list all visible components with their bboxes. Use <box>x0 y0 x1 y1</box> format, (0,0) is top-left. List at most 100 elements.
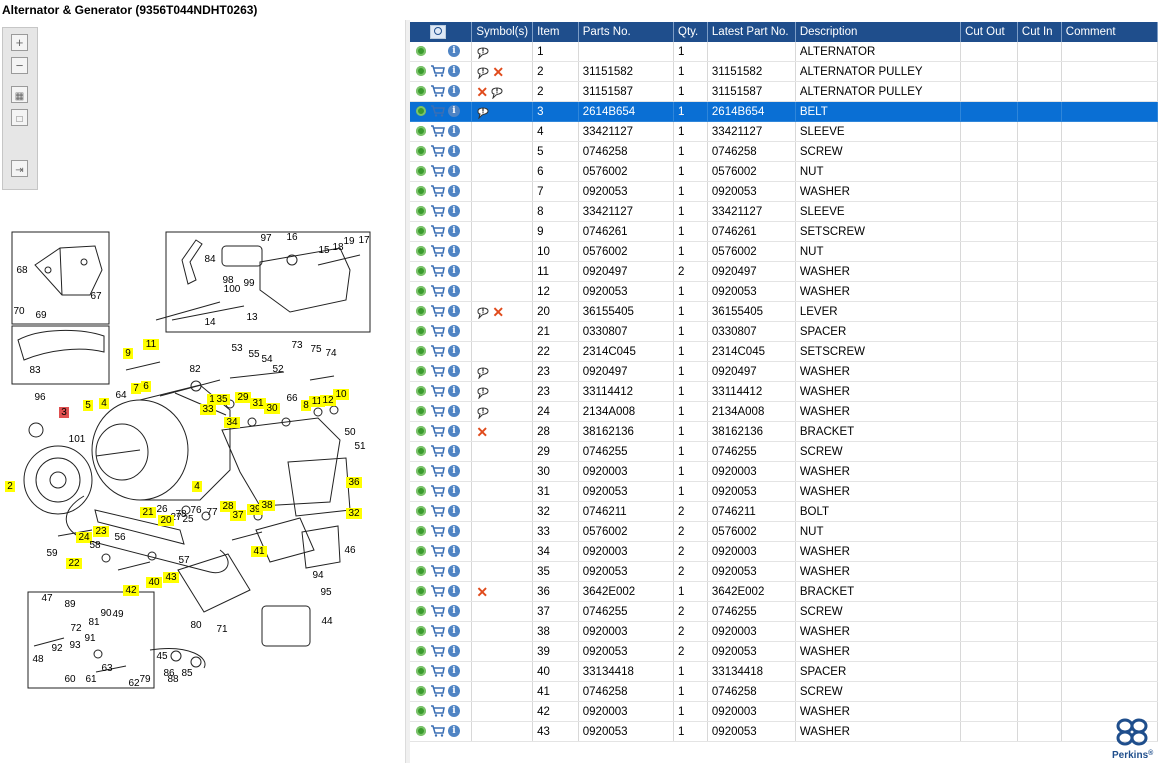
info-icon[interactable]: i <box>448 325 460 338</box>
note-bubble-icon[interactable] <box>476 45 490 59</box>
gear-icon[interactable] <box>416 506 426 517</box>
header-item[interactable]: Item <box>532 22 579 42</box>
callout-15[interactable]: 15 <box>318 245 330 256</box>
callout-7[interactable]: 7 <box>131 383 141 394</box>
callout-36[interactable]: 36 <box>346 477 362 488</box>
cart-icon[interactable] <box>430 605 445 618</box>
info-icon[interactable]: i <box>448 405 460 418</box>
info-icon[interactable]: i <box>448 65 460 78</box>
callout-101[interactable]: 101 <box>69 434 86 445</box>
note-bubble-icon[interactable] <box>476 385 490 399</box>
callout-45[interactable]: 45 <box>156 651 168 662</box>
callout-32[interactable]: 32 <box>346 508 362 519</box>
callout-33[interactable]: 33 <box>200 404 216 415</box>
info-icon[interactable]: i <box>448 365 460 378</box>
cart-icon[interactable] <box>430 285 445 298</box>
callout-66[interactable]: 66 <box>286 393 298 404</box>
header-description[interactable]: Description <box>795 22 962 42</box>
callout-23[interactable]: 23 <box>93 526 109 537</box>
callout-75[interactable]: 75 <box>310 344 322 355</box>
cart-icon[interactable] <box>430 665 445 678</box>
gear-icon[interactable] <box>416 686 426 697</box>
callout-11[interactable]: 11 <box>143 339 159 350</box>
gear-icon[interactable] <box>416 466 426 477</box>
gear-icon[interactable] <box>416 526 426 537</box>
info-icon[interactable]: i <box>448 565 460 578</box>
gear-icon[interactable] <box>416 546 426 557</box>
callout-41[interactable]: 41 <box>251 546 267 557</box>
gear-icon[interactable] <box>416 166 426 177</box>
gear-icon[interactable] <box>416 226 426 237</box>
callout-50[interactable]: 50 <box>344 427 356 438</box>
callout-92[interactable]: 92 <box>51 643 63 654</box>
callout-56[interactable]: 56 <box>114 532 126 543</box>
table-row[interactable]: i 35 0920053 2 0920053 WASHER <box>410 561 1158 582</box>
callout-77[interactable]: 77 <box>206 507 218 518</box>
note-bubble-icon[interactable] <box>476 405 490 419</box>
table-row[interactable]: i ✕ 2 31151582 1 31151582 ALTERNATOR PULLEY <box>410 61 1158 82</box>
callout-40[interactable]: 40 <box>146 577 162 588</box>
cart-icon[interactable] <box>430 105 445 118</box>
info-icon[interactable]: i <box>448 345 460 358</box>
gear-icon[interactable] <box>416 446 426 457</box>
callout-47[interactable]: 47 <box>41 593 53 604</box>
info-icon[interactable]: i <box>448 705 460 718</box>
header-cut-in[interactable]: Cut In <box>1017 22 1062 42</box>
callout-90[interactable]: 90 <box>100 608 112 619</box>
callout-81[interactable]: 81 <box>88 617 100 628</box>
info-icon[interactable]: i <box>448 645 460 658</box>
superseded-x-icon[interactable]: ✕ <box>476 585 488 599</box>
callout-5[interactable]: 5 <box>83 400 93 411</box>
cart-icon[interactable] <box>430 705 445 718</box>
callout-61[interactable]: 61 <box>85 674 97 685</box>
callout-48[interactable]: 48 <box>32 654 44 665</box>
cart-icon[interactable] <box>430 645 445 658</box>
info-icon[interactable]: i <box>448 425 460 438</box>
gear-icon[interactable] <box>416 46 426 57</box>
callout-49[interactable]: 49 <box>112 609 124 620</box>
callout-68[interactable]: 68 <box>16 265 28 276</box>
callout-21[interactable]: 21 <box>140 507 156 518</box>
gear-icon[interactable] <box>416 366 426 377</box>
gear-icon[interactable] <box>416 106 426 117</box>
table-row[interactable]: i 22 2314C045 1 2314C045 SETSCREW <box>410 341 1158 362</box>
gear-icon[interactable] <box>416 126 426 137</box>
callout-84[interactable]: 84 <box>204 254 216 265</box>
callout-51[interactable]: 51 <box>354 441 366 452</box>
cart-icon[interactable] <box>430 685 445 698</box>
callout-20[interactable]: 20 <box>158 515 174 526</box>
gear-icon[interactable] <box>416 606 426 617</box>
header-cut-out[interactable]: Cut Out <box>960 22 1018 42</box>
cart-icon[interactable] <box>430 65 445 78</box>
table-row[interactable]: i 3 2614B654 1 2614B654 BELT <box>410 101 1158 122</box>
callout-91[interactable]: 91 <box>84 633 96 644</box>
callout-96[interactable]: 96 <box>34 392 46 403</box>
callout-63[interactable]: 63 <box>101 663 113 674</box>
gear-icon[interactable] <box>416 326 426 337</box>
zoom-out-button[interactable]: − <box>11 57 28 74</box>
info-icon[interactable]: i <box>448 105 460 118</box>
table-row[interactable]: i 11 0920497 2 0920497 WASHER <box>410 261 1158 282</box>
gear-icon[interactable] <box>416 246 426 257</box>
callout-97[interactable]: 97 <box>260 233 272 244</box>
table-row[interactable]: i 39 0920053 2 0920053 WASHER <box>410 641 1158 662</box>
callout-4[interactable]: 4 <box>99 398 109 409</box>
superseded-x-icon[interactable]: ✕ <box>492 65 504 79</box>
callout-74[interactable]: 74 <box>325 348 337 359</box>
callout-95[interactable]: 95 <box>320 587 332 598</box>
gear-icon[interactable] <box>416 706 426 717</box>
callout-43[interactable]: 43 <box>163 572 179 583</box>
table-row[interactable]: i 5 0746258 1 0746258 SCREW <box>410 141 1158 162</box>
callout-64[interactable]: 64 <box>115 390 127 401</box>
callout-53[interactable]: 53 <box>231 343 243 354</box>
table-row[interactable]: i 4 33421127 1 33421127 SLEEVE <box>410 121 1158 142</box>
cart-icon[interactable] <box>430 445 445 458</box>
callout-37[interactable]: 37 <box>230 510 246 521</box>
callout-60[interactable]: 60 <box>64 674 76 685</box>
note-bubble-icon[interactable] <box>476 105 490 119</box>
info-icon[interactable]: i <box>448 85 460 98</box>
callout-10[interactable]: 10 <box>333 389 349 400</box>
info-icon[interactable]: i <box>448 145 460 158</box>
table-row[interactable]: i 21 0330807 1 0330807 SPACER <box>410 321 1158 342</box>
callout-3[interactable]: 3 <box>59 407 69 418</box>
